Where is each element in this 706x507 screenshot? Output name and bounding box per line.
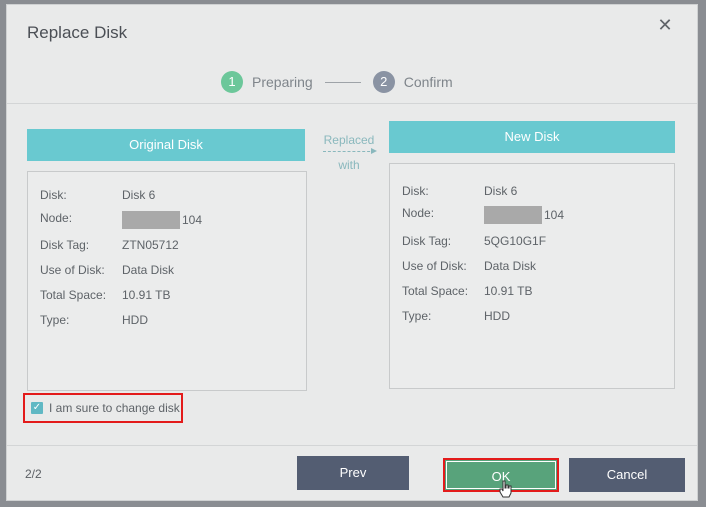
original-tag-label: Disk Tag: bbox=[40, 238, 90, 252]
original-space-label: Total Space: bbox=[40, 288, 107, 302]
new-disk-label: Disk: bbox=[402, 184, 429, 198]
new-use-row: Use of Disk: Data Disk bbox=[402, 259, 536, 273]
redacted-block bbox=[122, 211, 180, 229]
replaced-label: Replaced bbox=[323, 133, 375, 147]
original-use-label: Use of Disk: bbox=[40, 263, 105, 277]
step-connector bbox=[324, 81, 361, 83]
step-1-number: 1 bbox=[221, 71, 243, 93]
close-icon[interactable]: ✕ bbox=[655, 15, 675, 35]
new-use-label: Use of Disk: bbox=[402, 259, 467, 273]
new-disk-header: New Disk bbox=[389, 121, 675, 153]
original-disk-panel: Disk: Disk 6 Node: 104 Disk Tag: ZTN0571… bbox=[27, 171, 307, 391]
confirm-checkbox[interactable]: ✓ bbox=[31, 402, 43, 414]
original-disk-header: Original Disk bbox=[27, 129, 305, 161]
step-2-number: 2 bbox=[372, 71, 395, 93]
cancel-button[interactable]: Cancel bbox=[569, 458, 685, 492]
replaced-with-indicator: Replaced with bbox=[319, 133, 379, 172]
prev-button[interactable]: Prev bbox=[297, 456, 409, 490]
confirm-checkbox-label[interactable]: I am sure to change disk bbox=[49, 401, 180, 415]
new-disk-row: Disk: Disk 6 bbox=[402, 184, 517, 198]
replace-disk-dialog: Replace Disk ✕ 1 Preparing 2 Confirm Ori… bbox=[6, 4, 698, 501]
new-tag-row: Disk Tag: 5QG10G1F bbox=[402, 234, 546, 248]
redacted-block bbox=[484, 206, 542, 224]
original-tag-row: Disk Tag: ZTN05712 bbox=[40, 238, 179, 252]
new-use-value: Data Disk bbox=[484, 259, 537, 273]
new-type-label: Type: bbox=[402, 309, 432, 323]
arrow-right-icon bbox=[323, 148, 377, 154]
new-node-label: Node: bbox=[402, 206, 435, 220]
original-type-row: Type: HDD bbox=[40, 313, 148, 327]
new-disk-value: Disk 6 bbox=[484, 184, 518, 198]
original-node-label: Node: bbox=[40, 211, 73, 225]
original-disk-label: Disk: bbox=[40, 188, 67, 202]
original-node-row: Node: 104 bbox=[40, 211, 202, 229]
new-space-label: Total Space: bbox=[402, 284, 469, 298]
new-disk-panel: Disk: Disk 6 Node: 104 Disk Tag: 5QG10G1… bbox=[389, 163, 675, 389]
hand-cursor-icon bbox=[499, 480, 512, 498]
new-tag-label: Disk Tag: bbox=[402, 234, 452, 248]
wizard-steps: 1 Preparing 2 Confirm bbox=[221, 68, 453, 96]
new-space-row: Total Space: 10.91 TB bbox=[402, 284, 532, 298]
new-type-row: Type: HDD bbox=[402, 309, 510, 323]
footer-divider bbox=[7, 445, 697, 446]
with-label: with bbox=[338, 158, 360, 172]
original-disk-row: Disk: Disk 6 bbox=[40, 188, 155, 202]
header-divider bbox=[7, 103, 697, 104]
new-node-value: 104 bbox=[544, 208, 565, 222]
original-space-value: 10.91 TB bbox=[122, 288, 171, 302]
original-space-row: Total Space: 10.91 TB bbox=[40, 288, 170, 302]
page-indicator: 2/2 bbox=[25, 467, 42, 481]
new-node-row: Node: 104 bbox=[402, 206, 564, 224]
original-node-value: 104 bbox=[182, 213, 203, 227]
original-type-value: HDD bbox=[122, 313, 148, 327]
confirm-checkbox-row[interactable]: ✓ I am sure to change disk bbox=[23, 393, 183, 423]
original-disk-value: Disk 6 bbox=[122, 188, 156, 202]
dialog-title: Replace Disk bbox=[27, 23, 128, 42]
original-use-row: Use of Disk: Data Disk bbox=[40, 263, 174, 277]
original-tag-value: ZTN05712 bbox=[122, 238, 179, 252]
step-2-label: Confirm bbox=[403, 74, 453, 90]
new-space-value: 10.91 TB bbox=[484, 284, 533, 298]
original-type-label: Type: bbox=[40, 313, 70, 327]
new-tag-value: 5QG10G1F bbox=[484, 234, 547, 248]
step-1-label: Preparing bbox=[252, 74, 313, 90]
original-use-value: Data Disk bbox=[122, 263, 175, 277]
new-type-value: HDD bbox=[484, 309, 510, 323]
